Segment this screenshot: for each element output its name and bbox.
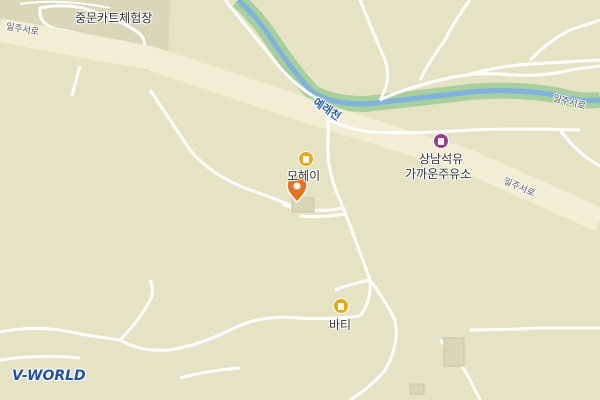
kart-label[interactable]: 중문카트체험장	[75, 9, 152, 26]
motel-label[interactable]: 모헤이	[287, 167, 320, 184]
gas-station-label-2[interactable]: 가까운주유소	[405, 165, 471, 182]
hotel-icon-bati[interactable]	[333, 298, 349, 314]
gas-station-icon[interactable]	[433, 133, 449, 149]
vworld-logo: V-WORLD	[12, 368, 86, 384]
bati-label[interactable]: 바티	[329, 316, 351, 333]
map-canvas[interactable]	[0, 0, 600, 400]
hotel-icon[interactable]	[298, 151, 314, 167]
